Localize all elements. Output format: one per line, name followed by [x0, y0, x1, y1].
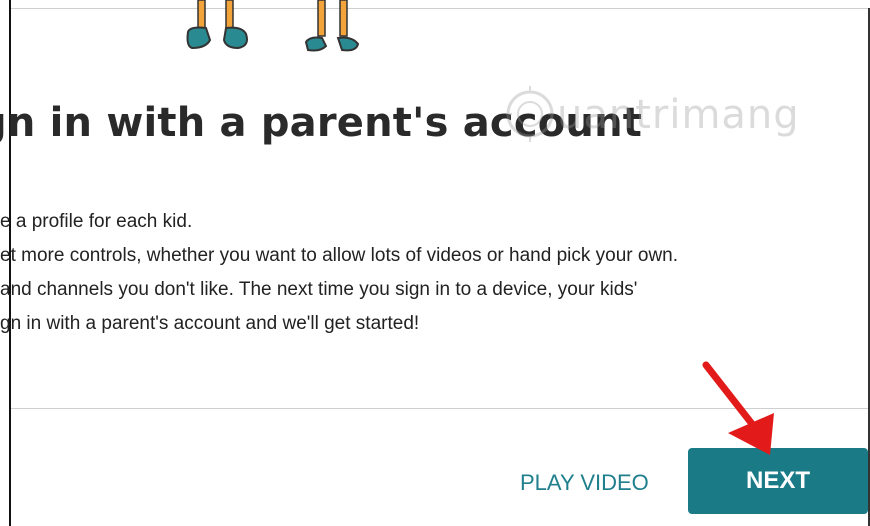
body-line: et more controls, whether you want to al… — [0, 245, 679, 266]
body-line: gn in with a parent's account and we'll … — [0, 313, 420, 334]
body-line: and channels you don't like. The next ti… — [0, 279, 638, 300]
kids-illustration — [186, 0, 360, 52]
watermark-text: uantrimang — [557, 92, 800, 138]
dialog-body: e a profile for each kid. et more contro… — [0, 205, 860, 341]
watermark: uantrimang — [502, 80, 822, 154]
play-video-button[interactable]: PLAY VIDEO — [520, 462, 660, 504]
body-line: e a profile for each kid. — [0, 211, 193, 232]
frame-top-border — [11, 8, 870, 9]
watermark-logo-icon — [506, 86, 554, 142]
annotation-arrow-icon — [702, 361, 774, 455]
